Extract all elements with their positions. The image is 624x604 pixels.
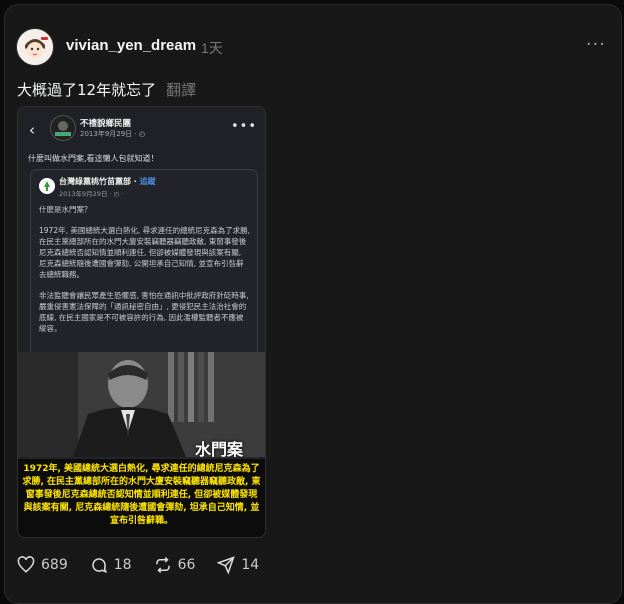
post-body: 大概過了12年就忘了 <box>17 81 157 99</box>
embed-more-icon: ••• <box>230 119 257 134</box>
comment-button[interactable]: 18 <box>90 556 132 574</box>
share-button[interactable]: 14 <box>217 556 259 574</box>
shared-p1: 什麼是水門案？ <box>39 205 92 214</box>
avatar[interactable] <box>16 28 54 66</box>
photo-caption: 1972年, 美國總統大選白熱化, 尋求連任的總統尼克森為了求勝, 在民主黨總部… <box>18 459 265 537</box>
repost-count: 66 <box>177 557 196 573</box>
page-avatar <box>50 115 76 141</box>
like-button[interactable]: 689 <box>17 556 68 574</box>
post-time: 1天 <box>201 40 223 56</box>
embed-caption: 什麼叫做水門案,看這懶人包就知道！ <box>28 154 159 163</box>
more-icon[interactable]: ··· <box>586 34 606 55</box>
green-party-avatar <box>39 178 55 194</box>
shared-author: 台灣綠黨桃竹苗黨部 · 追蹤 <box>59 177 156 186</box>
embedded-screenshot[interactable]: ‹ 不禮貌鄉民團 2013年9月29日 · ◴ ••• 什麼叫做水門案,看這懶人… <box>17 106 266 538</box>
like-count: 689 <box>41 557 68 573</box>
nixon-photo: 水門案 <box>18 352 265 457</box>
page-date: 2013年9月29日 · ◴ <box>80 130 145 138</box>
share-icon <box>217 556 236 574</box>
repost-button[interactable]: 66 <box>154 556 196 574</box>
action-bar: 689 18 66 14 <box>17 556 281 574</box>
shared-date: 2013年9月29日 · ◴ · <box>59 190 124 198</box>
shared-p3: 非法監聽會讓民眾產生恐懼感, 害怕在通訊中批評政府針砭時事, 嚴重侵害憲法保障的… <box>39 291 249 333</box>
share-count: 14 <box>241 557 260 573</box>
photo-label: 水門案 <box>195 440 244 457</box>
repost-icon <box>155 556 170 574</box>
shared-p2: 1972年, 美國總統大選白熱化, 尋求連任的總統尼克森為了求勝, 在民主黨總部… <box>39 226 251 279</box>
comment-icon <box>92 558 107 574</box>
page-name: 不禮貌鄉民團 <box>80 119 132 129</box>
shared-body: 什麼是水門案？ 1972年, 美國總統大選白熱化, 尋求連任的總統尼克森為了求勝… <box>39 204 251 344</box>
post-text: 大概過了12年就忘了 翻譯 <box>17 79 196 100</box>
heart-icon <box>17 556 35 573</box>
translate-link[interactable]: 翻譯 <box>166 81 196 99</box>
shared-author-name: 台灣綠黨桃竹苗黨部 <box>59 177 131 186</box>
comment-count: 18 <box>113 557 132 573</box>
username[interactable]: vivian_yen_dream <box>66 37 196 54</box>
back-icon: ‹ <box>29 121 35 139</box>
follow-link: 追蹤 <box>139 177 156 186</box>
